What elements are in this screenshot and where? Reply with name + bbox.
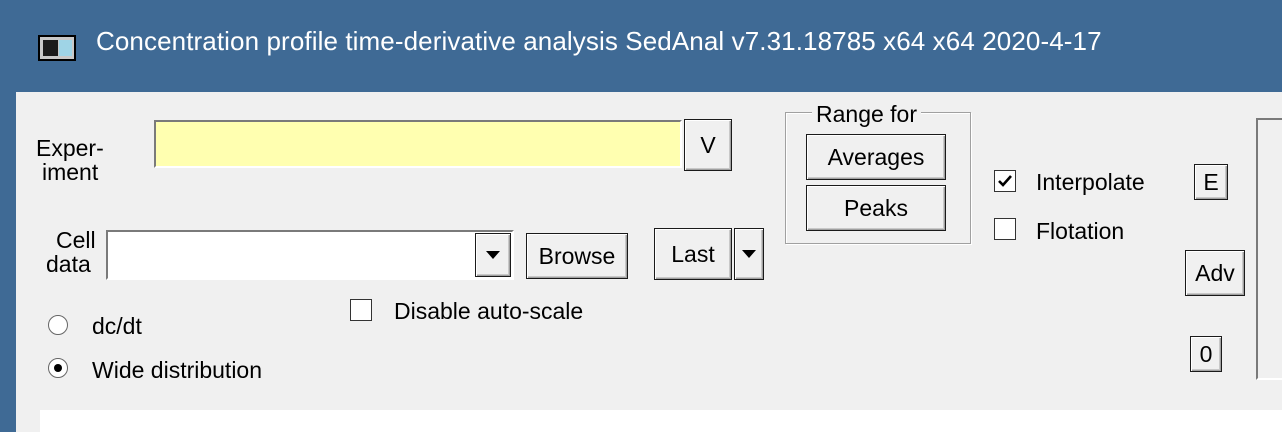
window-title: Concentration profile time-derivative an… [96,26,1102,56]
last-button[interactable]: Last [654,228,732,280]
chevron-down-icon [742,250,756,258]
side-panel [1256,118,1282,380]
peaks-button[interactable]: Peaks [806,185,946,231]
chevron-down-icon [486,251,500,259]
browse-button[interactable]: Browse [526,233,628,279]
experiment-field[interactable] [154,120,682,168]
averages-button[interactable]: Averages [806,134,946,180]
checkmark-icon [998,175,1012,187]
radio-dot-icon [54,364,62,372]
flotation-label: Flotation [1036,218,1125,244]
experiment-v-button[interactable]: V [684,119,732,171]
plot-area[interactable] [40,410,1282,432]
wide-distribution-label: Wide distribution [92,357,263,383]
cell-data-label-line2: data [46,251,91,277]
dcdt-label: dc/dt [92,313,142,339]
last-dropdown-button[interactable] [734,228,764,280]
app-icon[interactable] [38,35,76,61]
disable-autoscale-label: Disable auto-scale [394,298,584,324]
cell-data-label-line1: Cell [56,227,96,253]
interpolate-label: Interpolate [1036,169,1145,195]
experiment-label-line1: Exper- [36,135,104,161]
cell-data-combobox[interactable] [106,230,514,280]
range-for-legend: Range for [812,102,922,126]
flotation-checkbox[interactable] [994,218,1016,240]
zero-button[interactable]: 0 [1190,336,1222,372]
disable-autoscale-checkbox[interactable] [350,299,372,321]
cell-data-dropdown-button[interactable] [475,233,511,277]
experiment-label-line2: iment [42,159,99,185]
adv-button[interactable]: Adv [1185,250,1245,296]
main-panel: Exper- iment V Cell data Browse Last Ran… [16,92,1282,432]
interpolate-checkbox[interactable] [994,170,1016,192]
title-bar[interactable]: Concentration profile time-derivative an… [0,0,1282,92]
e-button[interactable]: E [1194,164,1228,200]
dcdt-radio[interactable] [48,315,68,335]
wide-distribution-radio[interactable] [48,358,68,378]
